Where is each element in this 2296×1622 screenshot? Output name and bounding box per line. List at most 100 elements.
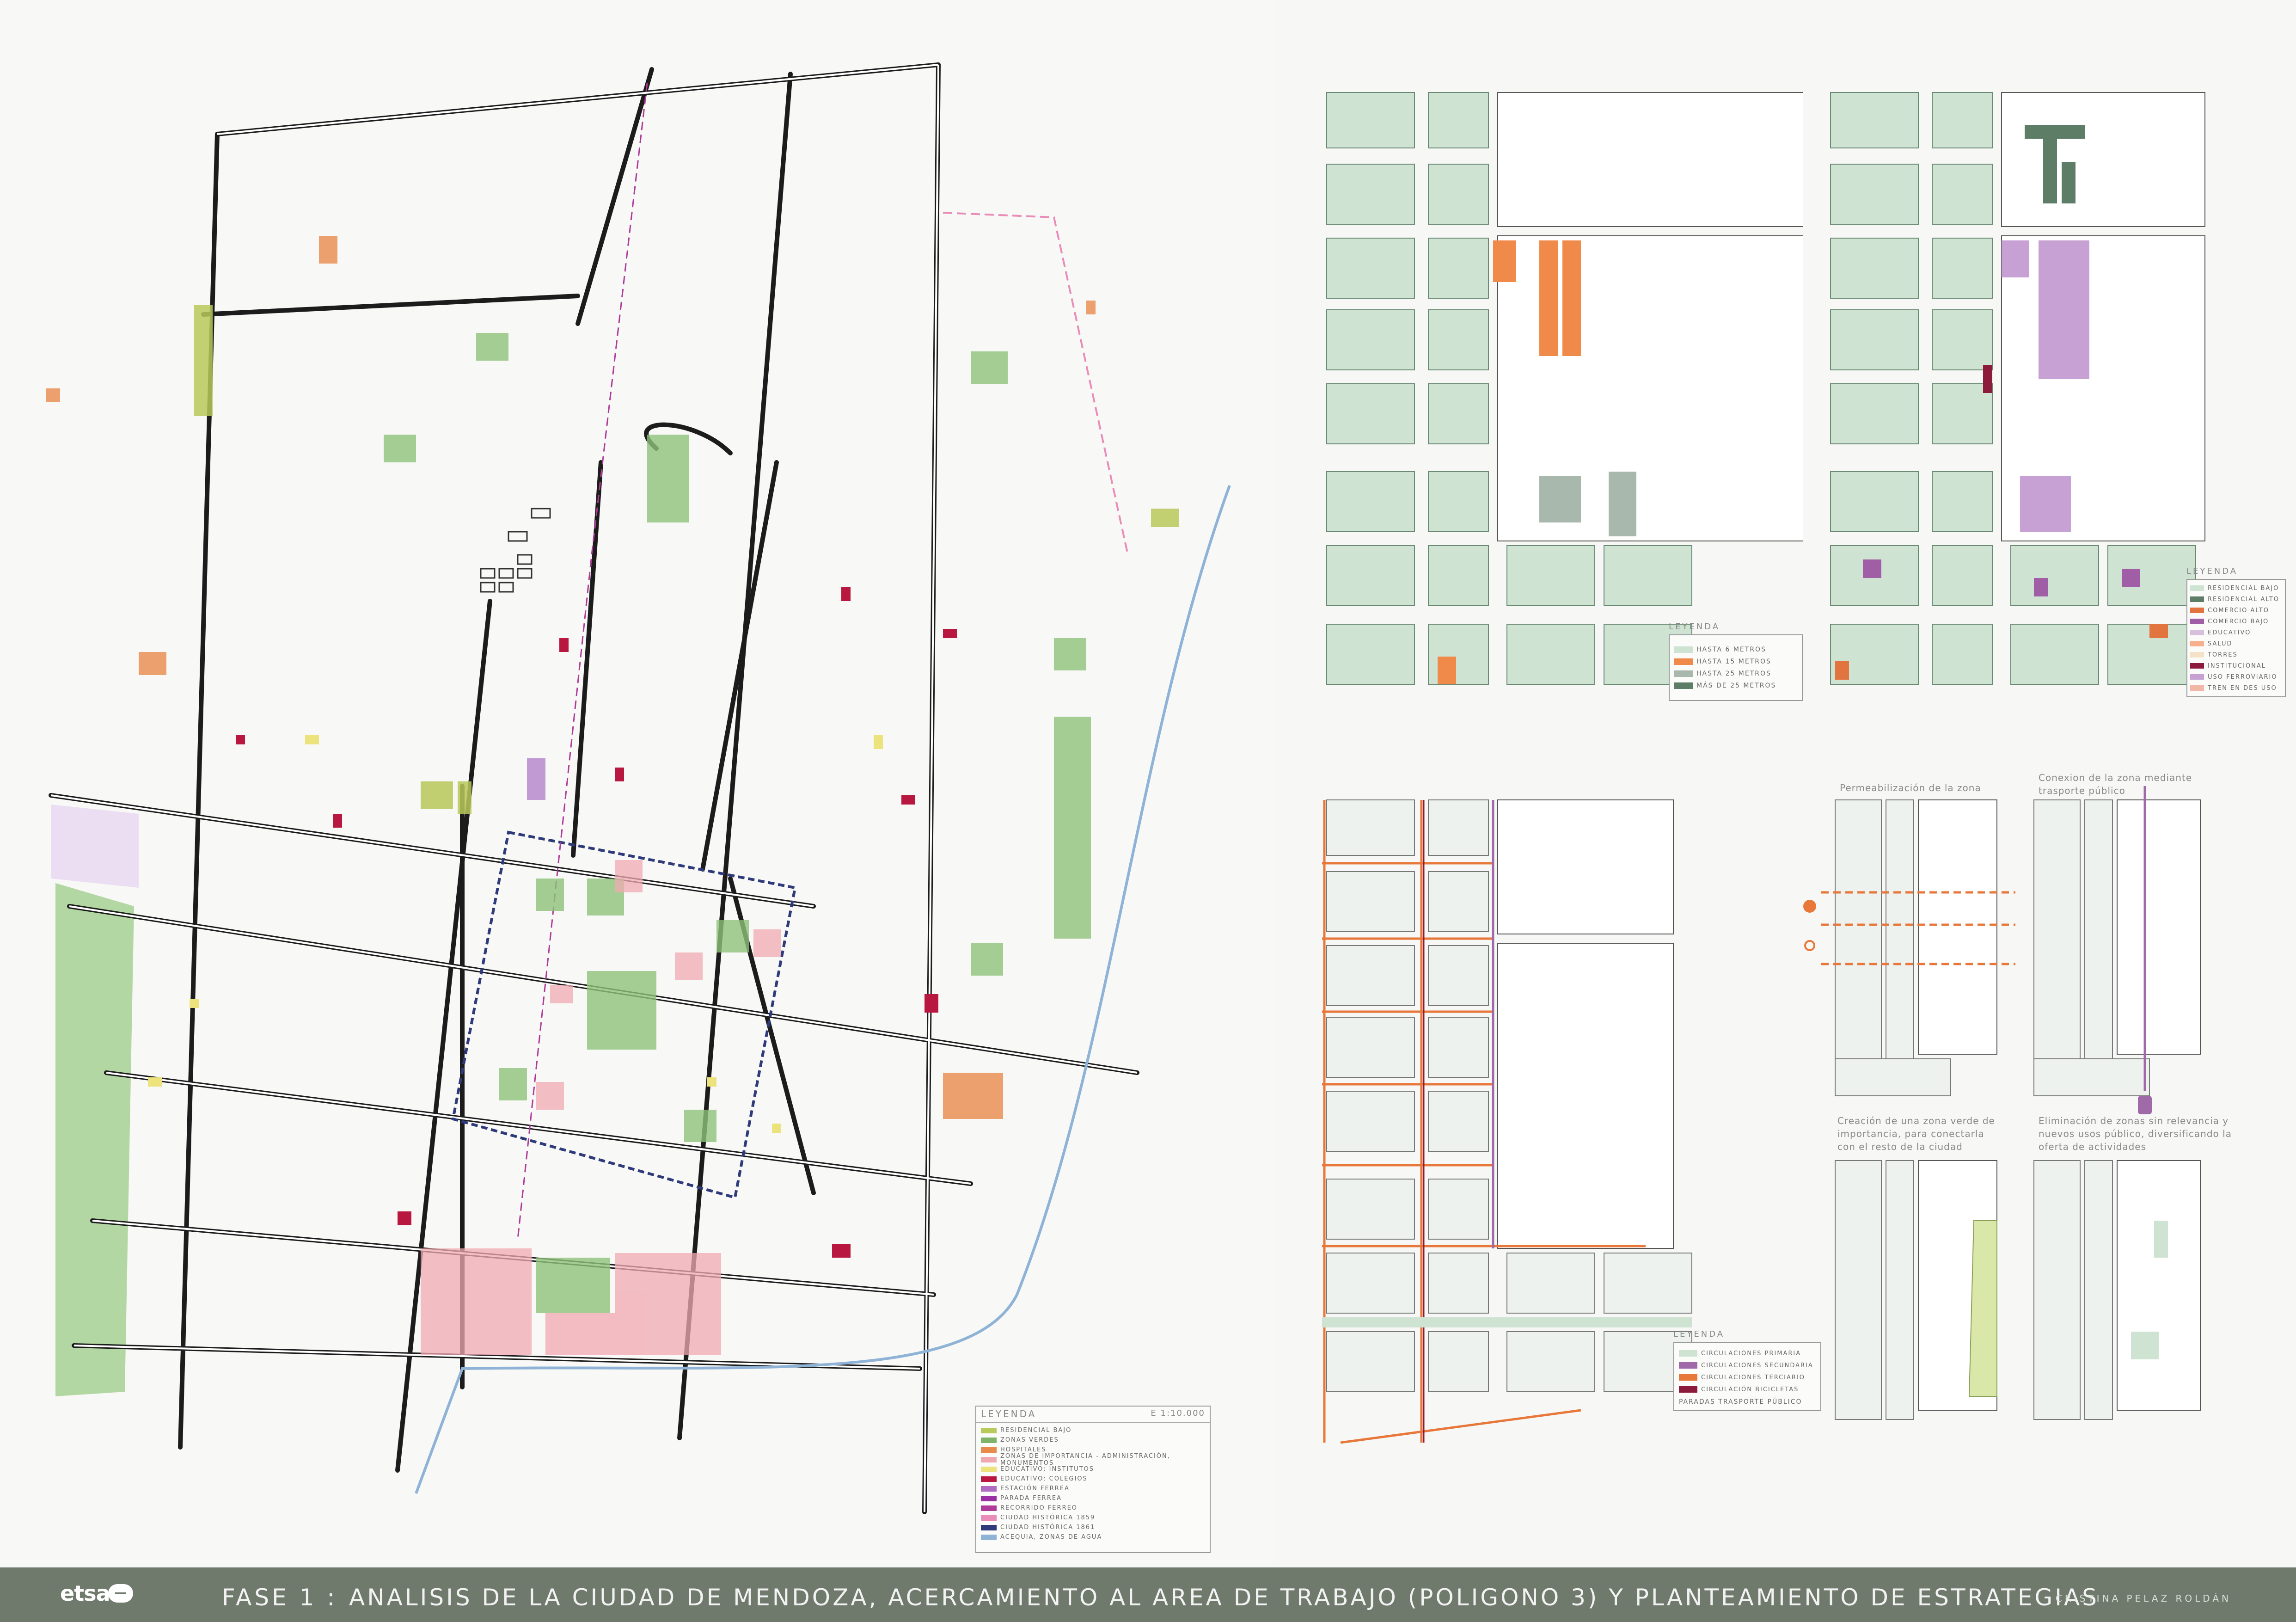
- legend-swatch: [981, 1524, 997, 1530]
- legend-label: ZONAS VERDES: [1000, 1437, 1059, 1444]
- legend-label: TORRES: [2208, 651, 2238, 658]
- legend-label: RESIDENCIAL BAJO: [1000, 1427, 1072, 1434]
- legend-label: RESIDENCIAL BAJO: [2208, 584, 2279, 592]
- legend-label: PARADA FERREA: [1000, 1495, 1062, 1502]
- legend-swatch: [2190, 674, 2204, 680]
- legend-label: CIUDAD HISTÓRICA 1859: [1000, 1514, 1096, 1521]
- station: [527, 758, 545, 800]
- legend-swatch: [981, 1437, 997, 1443]
- legend-swatch: [1674, 682, 1693, 689]
- legend-item: COMERCIO ALTO: [2190, 605, 2282, 616]
- legend-item: ACEQUIA, ZONAS DE AGUA: [981, 1532, 1205, 1542]
- legend-swatch: [981, 1427, 997, 1433]
- legend-swatch: [2190, 663, 2204, 669]
- legend-swatch: [981, 1505, 997, 1511]
- legend-label: SALUD: [2208, 640, 2233, 647]
- legend-swatch: [981, 1534, 997, 1540]
- legend-items: RESIDENCIAL BAJO RESIDENCIAL ALTO COMERCIO…: [2186, 579, 2286, 697]
- legend-item: INSTITUCIONAL: [2190, 660, 2282, 671]
- legend-item: SALUD: [2190, 638, 2282, 649]
- strategy-1-map: [1803, 799, 2015, 1096]
- legend-swatch: [2190, 608, 2204, 613]
- legend-label: INSTITUCIONAL: [2208, 662, 2266, 670]
- legend-label: EDUCATIVO: INSTITUTOS: [1000, 1466, 1095, 1473]
- legend-item: RESIDENCIAL BAJO: [2190, 583, 2282, 594]
- legend-swatch: [1679, 1362, 1697, 1369]
- legend-swatch: [2190, 652, 2204, 657]
- legend-item: RESIDENCIAL ALTO: [2190, 594, 2282, 605]
- legend-item: MÁS DE 25 METROS: [1674, 680, 1797, 692]
- lilac-zone: [51, 805, 139, 888]
- legend-swatch: [981, 1456, 997, 1462]
- legend-label: ESTACIÓN FERREA: [1000, 1485, 1070, 1492]
- legend-label: HASTA 15 METROS: [1696, 658, 1771, 665]
- legend-item: ESTACIÓN FERREA: [981, 1484, 1205, 1493]
- legend-swatch: [981, 1466, 997, 1472]
- legend-label: RECORRIDO FERREO: [1000, 1505, 1078, 1511]
- legend-item: EDUCATIVO: COLEGIOS: [981, 1474, 1205, 1484]
- logo-text: etsa: [60, 1581, 110, 1606]
- sheet-title: ANALISIS DE LA CIUDAD DE MENDOZA, ACERCA…: [349, 1584, 2099, 1611]
- legend-label: HASTA 25 METROS: [1696, 670, 1771, 677]
- legend-label: CIRCULACIONES TERCIARIO: [1701, 1374, 1806, 1381]
- strategy-maps-drawing: [1803, 786, 2201, 1420]
- legend-swatch: [1679, 1350, 1697, 1357]
- legend-label: COMERCIO BAJO: [2208, 618, 2269, 625]
- legend-swatch: [981, 1515, 997, 1521]
- legend-label: MÁS DE 25 METROS: [1696, 682, 1776, 689]
- legend-item: HASTA 6 METROS: [1674, 644, 1797, 656]
- legend-swatch: [1679, 1374, 1697, 1381]
- legend-title: LEYENDA: [2186, 566, 2238, 576]
- legend-swatch: [2190, 596, 2204, 602]
- uses-legend: LEYENDA RESIDENCIAL BAJO RESIDENCIAL ALTO…: [2186, 566, 2286, 705]
- main-map-legend: LEYENDA E 1:10.000 RESIDENCIAL BAJO ZONAS…: [975, 1406, 1211, 1553]
- legend-items: HASTA 6 METROS HASTA 15 METROS HASTA 25 ME…: [1669, 634, 1803, 701]
- legend-title: LEYENDA: [1669, 622, 1720, 632]
- legend-swatch: [2190, 641, 2204, 646]
- legend-swatch: [2190, 619, 2204, 624]
- legend-item: HASTA 15 METROS: [1674, 656, 1797, 668]
- legend-item: CIUDAD HISTÓRICA 1859: [981, 1513, 1205, 1523]
- legend-swatch: [981, 1447, 997, 1453]
- legend-label: EDUCATIVO: [2208, 629, 2251, 636]
- legend-swatch: [981, 1476, 997, 1482]
- legend-swatch: [1674, 670, 1693, 677]
- legend-swatch: [2190, 685, 2204, 691]
- heights-map: LEYENDA HASTA 6 METROS HASTA 15 METROS HAS…: [1322, 88, 1803, 721]
- legend-label: CIRCULACIONES PRIMARIA: [1701, 1350, 1801, 1357]
- etsa-logo: etsa: [60, 1579, 133, 1607]
- legend-item: EDUCATIVO: [2190, 627, 2282, 638]
- legend-label: CIRCULACIÓN BICICLETAS: [1701, 1386, 1799, 1393]
- strategy-diagrams: Permeabilización de la zona Conexion de …: [1794, 772, 2293, 1461]
- map-scale: E 1:10.000: [1151, 1408, 1205, 1418]
- legend-item: TREN EN DES USO: [2190, 682, 2282, 694]
- legend-item: RECORRIDO FERREO: [981, 1503, 1205, 1513]
- legend-item: CIUDAD HISTÓRICA 1861: [981, 1523, 1205, 1532]
- legend-items: RESIDENCIAL BAJO ZONAS VERDES HOSPITALES ZO…: [976, 1423, 1210, 1545]
- phase-label: FASE 1 :: [222, 1584, 338, 1611]
- legend-label: COMERCIO ALTO: [2208, 607, 2269, 614]
- legend-item: PARADA FERREA: [981, 1493, 1205, 1503]
- legend-swatch: [2190, 630, 2204, 635]
- legend-item: RESIDENCIAL BAJO: [981, 1425, 1205, 1435]
- legend-item: COMERCIO BAJO: [2190, 616, 2282, 627]
- uses-map: LEYENDA RESIDENCIAL BAJO RESIDENCIAL ALTO…: [1826, 88, 2288, 721]
- author-name: CRISTINA PELAZ ROLDÁN: [2055, 1593, 2231, 1604]
- legend-label: CIUDAD HISTÓRICA 1861: [1000, 1524, 1096, 1531]
- legend-item: HASTA 25 METROS: [1674, 668, 1797, 680]
- legend-label: TREN EN DES USO: [2208, 684, 2277, 692]
- legend-swatch: [981, 1486, 997, 1492]
- legend-swatch: [981, 1495, 997, 1501]
- legend-label: USO FERROVIARIO: [2208, 673, 2278, 681]
- legend-item: USO FERROVIARIO: [2190, 671, 2282, 682]
- logo-mark-icon: [108, 1584, 133, 1603]
- strategy-2-map: [2033, 786, 2201, 1114]
- main-map-drawing: [0, 0, 1276, 1563]
- legend-swatch: [2190, 585, 2204, 591]
- legend-title: LEYENDA: [981, 1408, 1037, 1419]
- legend-item: ZONAS VERDES: [981, 1435, 1205, 1445]
- legend-label: ACEQUIA, ZONAS DE AGUA: [1000, 1534, 1102, 1541]
- strategy-4-map: [2033, 1160, 2201, 1420]
- strategy-3-map: [1835, 1160, 1997, 1420]
- legend-label: RESIDENCIAL ALTO: [2208, 596, 2279, 603]
